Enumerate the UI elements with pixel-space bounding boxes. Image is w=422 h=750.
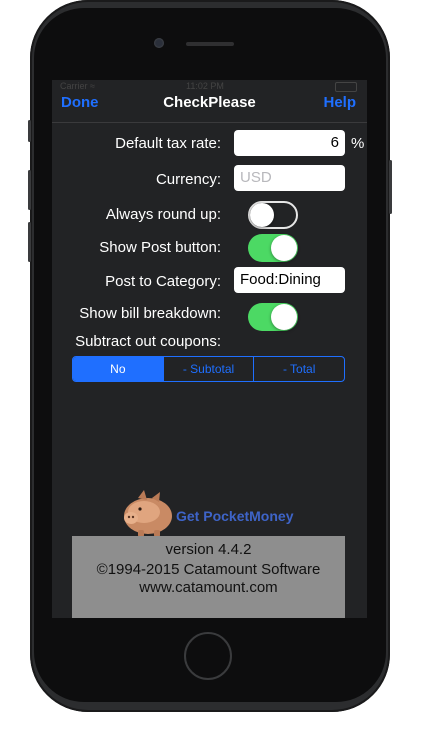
segment-total[interactable]: - Total — [253, 357, 344, 381]
navigation-bar: CheckPlease Done Help — [52, 92, 367, 123]
tax-rate-label: Default tax rate: — [115, 135, 221, 152]
toggle-knob — [271, 235, 297, 261]
app-screen: Carrier ≈ 11:02 PM CheckPlease Done Help… — [52, 80, 367, 618]
currency-field[interactable]: USD — [234, 165, 345, 191]
breakdown-toggle[interactable] — [248, 303, 298, 331]
segment-no[interactable]: No — [73, 357, 163, 381]
coupons-label: Subtract out coupons: — [75, 333, 221, 350]
website-link[interactable]: www.catamount.com — [72, 579, 345, 596]
toggle-knob — [250, 203, 274, 227]
round-up-toggle[interactable] — [248, 201, 298, 229]
battery-icon — [335, 82, 357, 92]
carrier-label: Carrier ≈ — [60, 81, 95, 91]
front-camera-icon — [154, 38, 164, 48]
volume-down-button — [28, 222, 31, 262]
done-button[interactable]: Done — [61, 94, 99, 111]
version-text: version 4.4.2 — [165, 541, 252, 558]
home-button[interactable] — [184, 632, 232, 680]
coupons-segmented-control: No - Subtotal - Total — [72, 356, 345, 382]
percent-label: % — [351, 135, 365, 152]
category-field[interactable]: Food:Dining — [234, 267, 345, 293]
breakdown-label: Show bill breakdown: — [79, 305, 221, 322]
currency-label: Currency: — [155, 171, 221, 188]
earpiece-speaker — [186, 42, 234, 46]
status-bar: Carrier ≈ 11:02 PM — [52, 80, 367, 92]
about-footer: version 4.4.2 ©1994-2015 Catamount Softw… — [72, 536, 345, 618]
toggle-knob — [271, 304, 297, 330]
tax-rate-field[interactable]: 6 — [234, 130, 345, 156]
category-label: Post to Category: — [105, 273, 221, 290]
page-title: CheckPlease — [163, 94, 256, 111]
mute-switch — [28, 120, 31, 142]
help-button[interactable]: Help — [323, 94, 356, 111]
volume-up-button — [28, 170, 31, 210]
power-button — [389, 160, 392, 214]
status-time: 11:02 PM — [186, 81, 224, 91]
post-button-label: Show Post button: — [99, 239, 221, 256]
piggy-bank-icon[interactable] — [118, 486, 176, 538]
get-pocketmoney-link[interactable]: Get PocketMoney — [176, 508, 293, 524]
segment-subtotal[interactable]: - Subtotal — [162, 357, 254, 381]
post-button-toggle[interactable] — [248, 234, 298, 262]
round-up-label: Always round up: — [105, 206, 221, 223]
copyright-text: ©1994-2015 Catamount Software — [96, 561, 321, 578]
